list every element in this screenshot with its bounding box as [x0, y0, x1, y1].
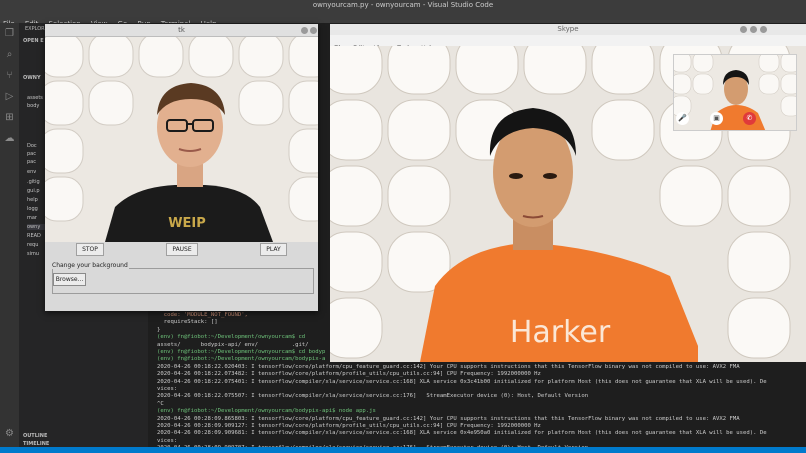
- tk-shirt-print: WEIP: [168, 216, 206, 231]
- tk-video-frame: WEIP: [45, 37, 318, 242]
- browse-button[interactable]: Browse...: [53, 273, 86, 286]
- tree-item[interactable]: pac: [27, 151, 36, 157]
- tk-window: tk WEIP STOP PAUSE PLAY Change your back…: [45, 24, 318, 311]
- close-icon[interactable]: [760, 26, 767, 33]
- tree-item[interactable]: Doc: [27, 143, 37, 149]
- terminal-line: (env) fn@fiobot:~/Development/ownyourcam…: [157, 349, 326, 355]
- tk-video-preview: WEIP: [45, 37, 318, 242]
- terminal-line: 2020-04-26 00:28:09.909681: I tensorflow…: [157, 430, 767, 437]
- tree-item[interactable]: .gitig: [27, 179, 40, 185]
- terminal-line: 2020-04-26 00:18:22.075401: I tensorflow…: [157, 378, 767, 385]
- remote-shirt-print: Harker: [510, 315, 611, 350]
- tree-item[interactable]: requ: [27, 242, 38, 248]
- outline-section[interactable]: OUTLINE: [23, 433, 47, 439]
- tree-item[interactable]: simu: [27, 251, 39, 257]
- tree-item[interactable]: pac: [27, 159, 36, 165]
- terminal-line: (env) fn@fiobot:~/Development/ownyourcam…: [157, 356, 326, 363]
- microphone-icon[interactable]: 🎤: [676, 112, 689, 125]
- skype-titlebar[interactable]: Skype: [330, 24, 806, 35]
- terminal-line: }: [157, 326, 161, 333]
- activity-bar: ❐ ⌕ ⑂ ▷ ⊞ ☁ ⚙: [0, 23, 19, 447]
- tree-item[interactable]: body: [27, 103, 39, 109]
- tree-item[interactable]: READ: [27, 233, 41, 239]
- terminal-line: vices:: [157, 386, 178, 392]
- vscode-titlebar: ownyourcam.py - ownyourcam - Visual Stud…: [0, 0, 806, 11]
- maximize-icon[interactable]: [750, 26, 757, 33]
- project-section[interactable]: OWNY: [23, 75, 41, 81]
- end-call-icon[interactable]: ✆: [743, 112, 756, 125]
- skype-window: Skype File Edit View Tools Help: [330, 24, 806, 362]
- tree-item[interactable]: help: [27, 197, 38, 203]
- terminal-line: 2020-04-26 00:28:09.909127: I tensorflow…: [157, 423, 541, 429]
- camera-icon[interactable]: ▣: [710, 112, 723, 125]
- minimize-icon[interactable]: [740, 26, 747, 33]
- play-button[interactable]: PLAY: [260, 243, 287, 256]
- tree-item[interactable]: gui.p: [27, 188, 40, 194]
- minimize-icon[interactable]: [301, 27, 308, 34]
- settings-gear-icon[interactable]: ⚙: [4, 428, 15, 439]
- skype-title: Skype: [557, 25, 579, 33]
- self-view-frame: [674, 55, 796, 130]
- stop-button[interactable]: STOP: [76, 243, 104, 256]
- terminal-line: ^C: [157, 400, 164, 407]
- tree-item[interactable]: env: [27, 169, 36, 175]
- terminal-line: 2020-04-26 00:18:22.075507: I tensorflow…: [157, 393, 589, 400]
- terminal-line: vices:: [157, 437, 178, 444]
- self-view-preview[interactable]: [673, 54, 797, 131]
- explorer-icon[interactable]: ❐: [4, 28, 15, 39]
- terminal-line: 2020-04-26 00:28:09.865803: I tensorflow…: [157, 415, 740, 422]
- tree-item[interactable]: mar: [27, 215, 37, 221]
- desktop: ownyourcam.py - ownyourcam - Visual Stud…: [0, 0, 806, 453]
- status-bar: [0, 447, 806, 453]
- tree-item[interactable]: assets: [27, 95, 43, 101]
- extensions-icon[interactable]: ⊞: [4, 112, 15, 123]
- background-group: [52, 268, 314, 294]
- terminal-line: (env) fn@fiobot:~/Development/ownyourcam…: [157, 334, 306, 341]
- terminal-line: 2020-04-26 00:18:22.073482: I tensorflow…: [157, 371, 541, 378]
- tk-titlebar[interactable]: tk: [45, 24, 318, 37]
- run-debug-icon[interactable]: ▷: [4, 91, 15, 102]
- terminal-line: 2020-04-26 00:18:22.020403: I tensorflow…: [157, 363, 740, 370]
- terminal-line: code: 'MODULE_NOT_FOUND',: [157, 312, 248, 318]
- open-editors-section[interactable]: OPEN E: [23, 38, 44, 44]
- tk-title: tk: [178, 26, 185, 34]
- terminal-line: requireStack: []: [157, 319, 218, 326]
- pause-button[interactable]: PAUSE: [166, 243, 198, 256]
- tree-item[interactable]: logg: [27, 206, 38, 212]
- skype-menubar: File Edit View Tools Help: [330, 35, 806, 52]
- terminal-line: assets/ bodypix-api/ env/ .git/: [157, 341, 309, 348]
- terminal-line: (env) fn@fiobot:~/Development/ownyourcam…: [157, 408, 376, 415]
- background-group-label: Change your background: [51, 262, 129, 269]
- close-icon[interactable]: [310, 27, 317, 34]
- docker-icon[interactable]: ☁: [4, 133, 15, 144]
- vscode-menubar: File Edit Selection View Go Run Terminal…: [0, 11, 806, 28]
- search-icon[interactable]: ⌕: [4, 49, 15, 60]
- source-control-icon[interactable]: ⑂: [4, 70, 15, 81]
